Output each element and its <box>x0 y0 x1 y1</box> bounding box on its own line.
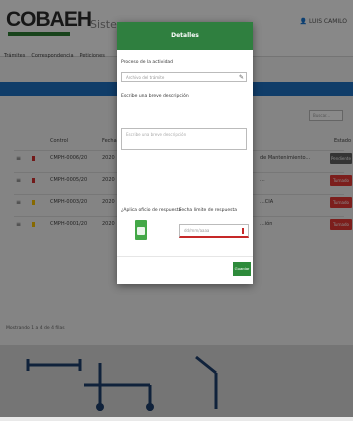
activity-value: Archivo del trámite <box>126 75 165 80</box>
modal-title: Detalles <box>171 32 199 39</box>
description-label: Escribe una breve descripción <box>121 94 189 99</box>
modal-header: Detalles <box>117 22 253 50</box>
toggle-knob <box>137 227 145 235</box>
deadline-label: Fecha límite de respuesta <box>179 208 237 213</box>
response-toggle[interactable] <box>135 220 147 240</box>
pencil-icon[interactable]: ✎ <box>239 74 244 81</box>
deadline-date-input[interactable]: dd/mm/aaaa <box>179 224 249 238</box>
details-modal: Detalles Proceso de la actividad Archivo… <box>117 22 253 284</box>
save-button[interactable]: Guardar <box>233 262 251 276</box>
date-indicator-icon <box>242 228 244 234</box>
activity-label: Proceso de la actividad <box>121 60 174 65</box>
description-textarea[interactable]: Escribe una breve descripción <box>121 128 247 150</box>
deadline-placeholder: dd/mm/aaaa <box>184 228 210 233</box>
description-placeholder: Escribe una breve descripción <box>126 132 187 137</box>
response-toggle-label: ¿Aplica oficio de respuesta <box>121 208 182 213</box>
modal-footer-divider <box>117 256 253 257</box>
activity-field[interactable]: Archivo del trámite ✎ <box>121 72 247 82</box>
